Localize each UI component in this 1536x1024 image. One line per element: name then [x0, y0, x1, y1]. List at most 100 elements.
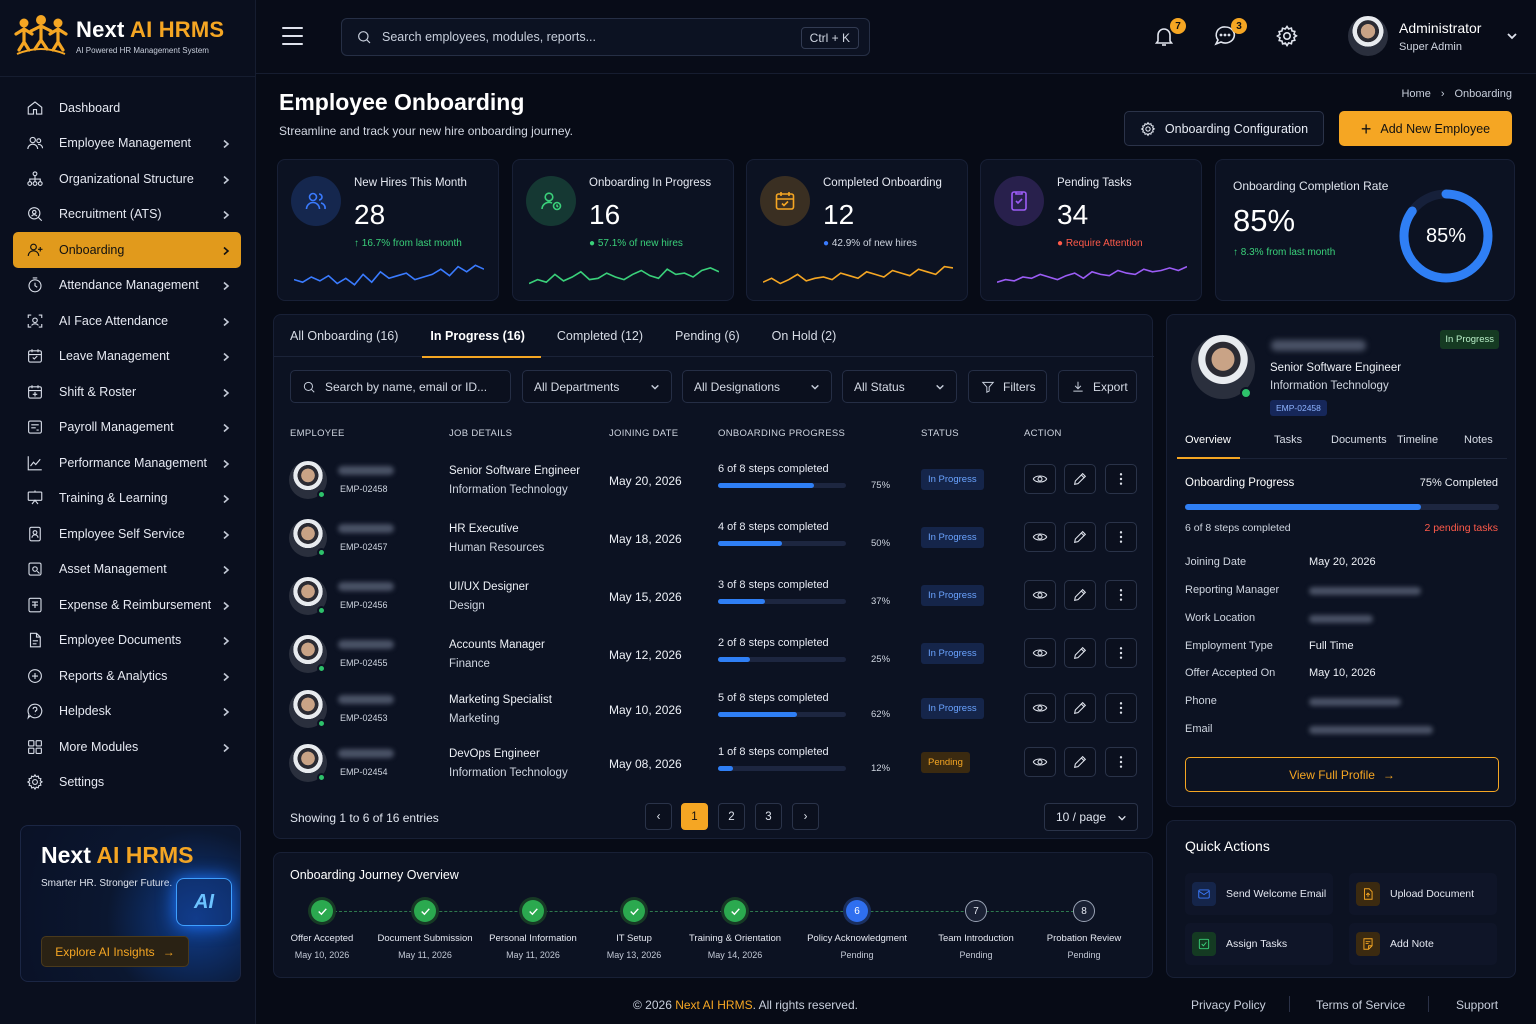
add-note-button[interactable]: Add Note — [1349, 923, 1497, 965]
designation-select[interactable]: All Designations — [682, 370, 832, 403]
edit-button[interactable] — [1064, 747, 1096, 777]
more-options-button[interactable] — [1105, 747, 1137, 777]
sidebar-item-onboarding[interactable]: Onboarding — [13, 232, 241, 268]
tab-in-progress[interactable]: In Progress (16) — [422, 315, 542, 358]
support-link[interactable]: Support — [1456, 998, 1498, 1012]
sidebar-item-shift-and-roster[interactable]: Shift & Roster — [13, 374, 241, 410]
tab-documents[interactable]: Documents — [1331, 434, 1387, 446]
brand[interactable]: Next AI HRMS AI Powered HR Management Sy… — [14, 14, 224, 58]
field-value: May 10, 2026 — [1309, 667, 1376, 679]
edit-button[interactable] — [1064, 638, 1096, 668]
tab-all-onboarding[interactable]: All Onboarding (16) — [290, 315, 414, 357]
tab-timeline[interactable]: Timeline — [1397, 434, 1438, 446]
more-options-button[interactable] — [1105, 580, 1137, 610]
more-options-button[interactable] — [1105, 638, 1137, 668]
table-row[interactable]: EMP-02457 HR Executive Human Resources May … — [274, 514, 1154, 572]
sidebar-item-performance-management[interactable]: Performance Management — [13, 445, 241, 481]
view-button[interactable] — [1024, 464, 1056, 494]
more-options-button[interactable] — [1105, 522, 1137, 552]
more-options-button[interactable] — [1105, 693, 1137, 723]
tab-completed[interactable]: Completed (12) — [557, 315, 659, 357]
pending-tasks[interactable]: 2 pending tasks — [1424, 522, 1498, 534]
view-button[interactable] — [1024, 747, 1056, 777]
sidebar-item-asset-management[interactable]: Asset Management — [13, 552, 241, 588]
view-button[interactable] — [1024, 580, 1056, 610]
completion-rate-card: Onboarding Completion Rate 85% ↑ 8.3% fr… — [1215, 159, 1515, 301]
sidebar-item-organizational-structure[interactable]: Organizational Structure — [13, 161, 241, 197]
onboarding-table-panel: All Onboarding (16) In Progress (16) Compl… — [273, 314, 1154, 839]
table-row[interactable]: EMP-02453 Marketing Specialist Marketing Ma… — [274, 685, 1154, 743]
sidebar-item-recruitment-ats[interactable]: Recruitment (ATS) — [13, 197, 241, 233]
send-welcome-email-button[interactable]: Send Welcome Email — [1185, 873, 1333, 915]
view-button[interactable] — [1024, 522, 1056, 552]
stat-label: New Hires This Month — [354, 177, 467, 189]
edit-button[interactable] — [1064, 580, 1096, 610]
more-options-button[interactable] — [1105, 464, 1137, 494]
filters-button[interactable]: Filters — [968, 370, 1047, 403]
tab-tasks[interactable]: Tasks — [1274, 434, 1302, 446]
table-row[interactable]: EMP-02456 UI/UX Designer Design May 15, 202… — [274, 572, 1154, 630]
tab-overview[interactable]: Overview — [1185, 434, 1231, 446]
user-menu[interactable]: Administrator Super Admin — [1348, 16, 1518, 56]
add-new-employee-button[interactable]: + Add New Employee — [1339, 111, 1512, 146]
table-search-input[interactable]: Search by name, email or ID... — [290, 370, 511, 403]
global-search-input[interactable]: Search employees, modules, reports... Ct… — [341, 18, 870, 56]
table-row[interactable]: EMP-02458 Senior Software Engineer Informa… — [274, 456, 1154, 514]
edit-button[interactable] — [1064, 522, 1096, 552]
pencil-icon — [1073, 646, 1087, 660]
users-icon — [291, 176, 341, 226]
sidebar-item-ai-face-attendance[interactable]: AI Face Attendance — [13, 303, 241, 339]
tab-on-hold[interactable]: On Hold (2) — [772, 315, 853, 357]
prev-page-button[interactable]: ‹ — [645, 803, 672, 830]
upload-doc-icon — [1356, 882, 1380, 906]
sidebar-item-payroll-management[interactable]: Payroll Management — [13, 410, 241, 446]
sidebar-item-training-and-learning[interactable]: Training & Learning — [13, 481, 241, 517]
sidebar-item-dashboard[interactable]: Dashboard — [13, 90, 241, 126]
column-header: JOB DETAILS — [449, 428, 513, 439]
sidebar-item-label: Recruitment (ATS) — [59, 207, 162, 222]
department-select[interactable]: All Departments — [522, 370, 672, 403]
notifications-button[interactable]: 7 — [1152, 18, 1186, 50]
view-button[interactable] — [1024, 693, 1056, 723]
sidebar-item-leave-management[interactable]: Leave Management — [13, 339, 241, 375]
sidebar-item-helpdesk[interactable]: Helpdesk — [13, 694, 241, 730]
assign-tasks-button[interactable]: Assign Tasks — [1185, 923, 1333, 965]
view-button[interactable] — [1024, 638, 1056, 668]
sidebar-item-attendance-management[interactable]: Attendance Management — [13, 268, 241, 304]
view-full-profile-button[interactable]: View Full Profile → — [1185, 757, 1499, 792]
status-select[interactable]: All Status — [842, 370, 957, 403]
onboarding-configuration-button[interactable]: Onboarding Configuration — [1124, 111, 1324, 146]
sidebar-item-reports-and-analytics[interactable]: Reports & Analytics — [13, 658, 241, 694]
page-2-button[interactable]: 2 — [718, 803, 745, 830]
breadcrumb-home[interactable]: Home — [1401, 88, 1430, 100]
settings-button[interactable] — [1275, 24, 1301, 50]
terms-of-service-link[interactable]: Terms of Service — [1316, 998, 1405, 1012]
explore-ai-insights-button[interactable]: Explore AI Insights → — [41, 936, 189, 967]
sidebar-item-settings[interactable]: Settings — [13, 765, 241, 801]
messages-button[interactable]: 3 — [1213, 18, 1247, 50]
sidebar-item-employee-documents[interactable]: Employee Documents — [13, 623, 241, 659]
upload-document-button[interactable]: Upload Document — [1349, 873, 1497, 915]
table-row[interactable]: EMP-02454 DevOps Engineer Information Tech… — [274, 739, 1154, 797]
table-row[interactable]: EMP-02455 Accounts Manager Finance May 12, … — [274, 630, 1154, 688]
sidebar-item-employee-management[interactable]: Employee Management — [13, 126, 241, 162]
stat-card-completed-onboarding: Completed Onboarding 12 ● 42.9% of new hir… — [746, 159, 968, 301]
menu-toggle-icon[interactable] — [282, 27, 303, 45]
sidebar-item-employee-self-service[interactable]: Employee Self Service — [13, 516, 241, 552]
per-page-select[interactable]: 10 / page — [1044, 803, 1138, 831]
privacy-policy-link[interactable]: Privacy Policy — [1191, 998, 1266, 1012]
sidebar-item-more-modules[interactable]: More Modules — [13, 729, 241, 765]
chevron-right-icon — [221, 174, 231, 184]
export-button[interactable]: Export — [1058, 370, 1137, 403]
edit-button[interactable] — [1064, 693, 1096, 723]
profile-employee-id: EMP-02458 — [1270, 400, 1327, 416]
next-page-button[interactable]: › — [792, 803, 819, 830]
tab-notes[interactable]: Notes — [1464, 434, 1493, 446]
sidebar-item-expense-and-reimbursement[interactable]: Expense & Reimbursement — [13, 587, 241, 623]
tab-pending[interactable]: Pending (6) — [675, 315, 756, 357]
joining-date: May 20, 2026 — [609, 474, 682, 488]
asset-icon — [25, 559, 45, 579]
page-1-button[interactable]: 1 — [681, 803, 708, 830]
page-3-button[interactable]: 3 — [755, 803, 782, 830]
edit-button[interactable] — [1064, 464, 1096, 494]
